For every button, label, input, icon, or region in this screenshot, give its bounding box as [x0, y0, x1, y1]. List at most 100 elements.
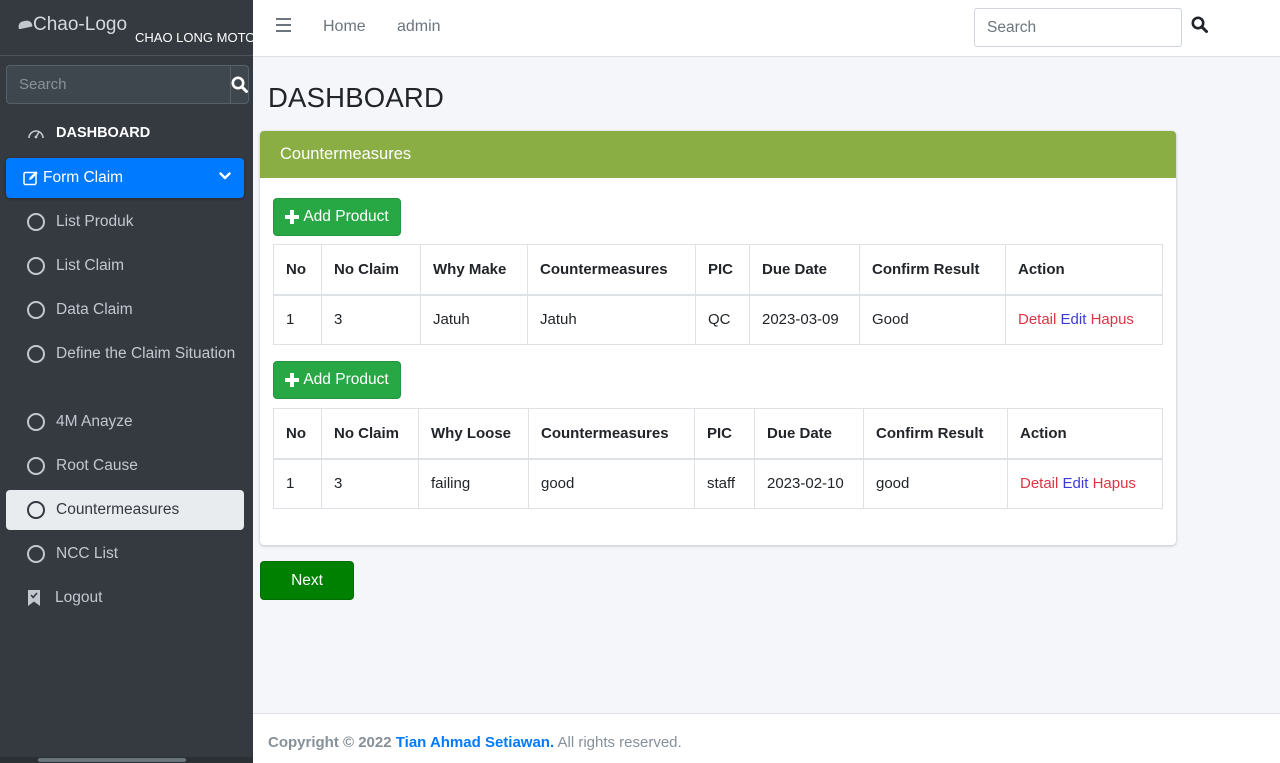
cell-action: Detail Edit Hapus [1005, 294, 1163, 345]
column-header: Action [1007, 408, 1163, 460]
brand-name[interactable]: CHAO LONG MOTOR [135, 30, 253, 45]
column-header: Countermeasures [528, 408, 695, 460]
search-icon[interactable] [1191, 16, 1208, 33]
sidebar-search-input[interactable] [6, 65, 230, 104]
cell-no-claim: 3 [321, 294, 421, 345]
delete-link[interactable]: Hapus [1091, 311, 1134, 328]
countermeasures-card: Countermeasures Add Product No No Claim … [260, 131, 1176, 545]
cell-action: Detail Edit Hapus [1007, 458, 1163, 509]
cell-pic: staff [694, 458, 755, 509]
footer: Copyright © 2022 Tian Ahmad Setiawan. Al… [253, 713, 1280, 763]
cell-no-claim: 3 [321, 458, 419, 509]
detail-link[interactable]: Detail [1020, 475, 1058, 492]
sidebar-item-label: Root Cause [56, 457, 138, 474]
brand[interactable]: Chao-Logo CHAO LONG MOTOR [0, 0, 253, 56]
sidebar-item-label: Define the Claim Situation [56, 345, 236, 362]
circle-icon [27, 213, 45, 231]
cell-no: 1 [273, 458, 322, 509]
circle-icon [27, 457, 45, 475]
hamburger-menu-icon[interactable] [276, 18, 291, 32]
sidebar-item-countermeasures[interactable]: Countermeasures [6, 490, 244, 530]
column-header: Confirm Result [859, 244, 1006, 296]
sidebar: Chao-Logo CHAO LONG MOTOR DASHBOARD Form… [0, 0, 253, 763]
bookmark-icon [28, 590, 40, 606]
author-link[interactable]: Tian Ahmad Setiawan. [396, 734, 554, 751]
plus-icon [285, 373, 300, 387]
cell-due-date: 2023-03-09 [749, 294, 860, 345]
column-header: Due Date [754, 408, 864, 460]
column-header: Countermeasures [527, 244, 696, 296]
logo-icon [17, 20, 33, 30]
cell-confirm-result: good [863, 458, 1008, 509]
cell-pic: QC [695, 294, 750, 345]
cell-why-loose: failing [418, 458, 529, 509]
column-header: Confirm Result [863, 408, 1008, 460]
sidebar-scrollbar[interactable] [0, 757, 253, 763]
column-header: Action [1005, 244, 1163, 296]
cell-confirm-result: Good [859, 294, 1006, 345]
sidebar-item-root-cause[interactable]: Root Cause [6, 446, 244, 486]
add-product-label: Add Product [303, 208, 389, 225]
nav-link-admin[interactable]: admin [397, 18, 441, 36]
cell-why-make: Jatuh [420, 294, 528, 345]
column-header: Due Date [749, 244, 860, 296]
column-header: No [273, 408, 322, 460]
plus-icon [285, 210, 300, 224]
sidebar-item-label: List Claim [56, 257, 125, 274]
sidebar-item-list-claim[interactable]: List Claim [6, 246, 244, 286]
circle-icon [27, 257, 45, 275]
sidebar-item-ncc-list[interactable]: NCC List [6, 534, 244, 574]
sidebar-item-list-produk[interactable]: List Produk [6, 202, 244, 242]
sidebar-item-define-claim-situation[interactable]: Define the Claim Situation [6, 342, 244, 392]
sidebar-item-form-claim[interactable]: Form Claim [6, 158, 244, 198]
cell-no: 1 [273, 294, 322, 345]
cell-countermeasures: good [528, 458, 695, 509]
sidebar-item-logout[interactable]: Logout [6, 578, 244, 618]
sidebar-item-label: Countermeasures [56, 501, 180, 518]
sidebar-scrollbar-thumb[interactable] [38, 758, 186, 762]
sidebar-item-label: List Produk [56, 213, 134, 230]
detail-link[interactable]: Detail [1018, 311, 1056, 328]
column-header: Why Make [420, 244, 528, 296]
table-row: 1 3 Jatuh Jatuh QC 2023-03-09 Good Detai… [273, 294, 1163, 345]
sidebar-item-label: 4M Anayze [56, 413, 133, 430]
edit-link[interactable]: Edit [1061, 311, 1087, 328]
table-header-row: No No Claim Why Make Countermeasures PIC… [273, 244, 1163, 296]
tachometer-icon [27, 126, 45, 140]
add-product-button[interactable]: Add Product [273, 198, 401, 236]
rights-text: All rights reserved. [557, 734, 682, 751]
table-header-row: No No Claim Why Loose Countermeasures PI… [273, 408, 1163, 460]
sidebar-item-dashboard[interactable]: DASHBOARD [6, 118, 244, 148]
add-product-label: Add Product [303, 371, 389, 388]
edit-icon [23, 170, 39, 186]
add-product-button[interactable]: Add Product [273, 361, 401, 399]
circle-icon [27, 301, 45, 319]
search-icon [231, 76, 248, 93]
column-header: PIC [695, 244, 750, 296]
column-header: Why Loose [418, 408, 529, 460]
sidebar-item-label: Form Claim [43, 169, 124, 186]
copyright-text: Copyright © 2022 [268, 734, 392, 751]
sidebar-item-label: NCC List [56, 545, 119, 562]
sidebar-item-label: DASHBOARD [56, 125, 151, 141]
column-header: No [273, 244, 322, 296]
nav-link-home[interactable]: Home [323, 18, 366, 36]
edit-link[interactable]: Edit [1063, 475, 1089, 492]
brand-logo[interactable]: Chao-Logo [17, 14, 128, 36]
circle-icon [27, 545, 45, 563]
delete-link[interactable]: Hapus [1093, 475, 1136, 492]
chevron-down-icon[interactable] [219, 170, 231, 182]
table-row: 1 3 failing good staff 2023-02-10 good D… [273, 458, 1163, 509]
sidebar-item-label: Data Claim [56, 301, 133, 318]
navbar-search-input[interactable] [974, 8, 1182, 47]
sidebar-item-data-claim[interactable]: Data Claim [6, 290, 244, 330]
sidebar-item-4m-analyze[interactable]: 4M Anayze [6, 402, 244, 442]
top-navbar: Home admin [253, 0, 1280, 57]
next-button[interactable]: Next [260, 561, 354, 600]
sidebar-item-label: Logout [55, 589, 103, 606]
brand-logo-text: Chao-Logo [33, 14, 128, 35]
cell-countermeasures: Jatuh [527, 294, 696, 345]
sidebar-search-button[interactable] [230, 65, 249, 104]
why-make-table: No No Claim Why Make Countermeasures PIC… [273, 244, 1163, 345]
circle-icon [27, 413, 45, 431]
